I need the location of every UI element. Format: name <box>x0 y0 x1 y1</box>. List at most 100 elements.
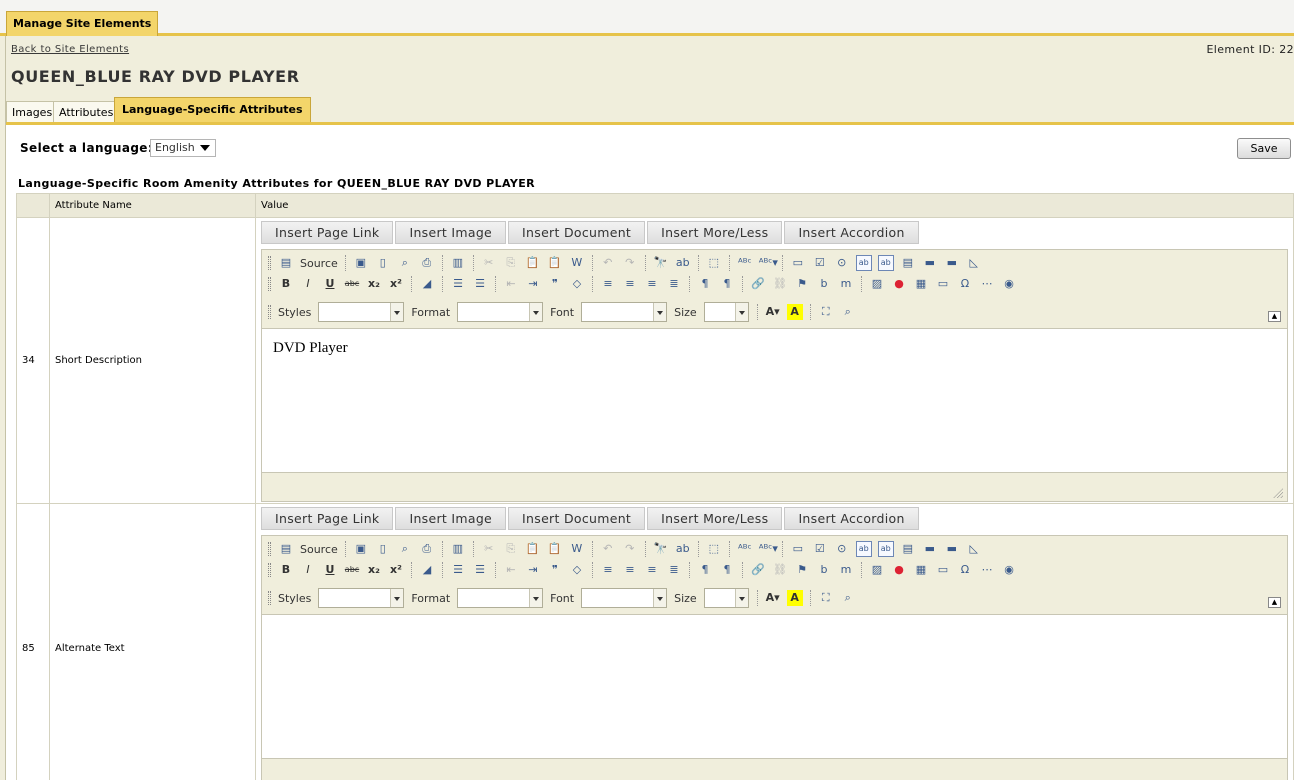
button-icon[interactable]: ▬ <box>922 541 938 557</box>
image-button-icon[interactable]: ▬ <box>944 255 960 271</box>
rtl-icon[interactable]: ¶ <box>719 562 735 578</box>
bold-icon[interactable]: B <box>278 562 294 578</box>
text-color-icon[interactable]: A▾ <box>765 590 781 606</box>
paste-word-icon[interactable]: W <box>569 541 585 557</box>
bulleted-list-icon[interactable]: ☰ <box>472 562 488 578</box>
show-blocks-icon[interactable]: ⌕ <box>840 590 856 606</box>
back-to-site-elements-link[interactable]: Back to Site Elements <box>11 44 129 55</box>
subscript-icon[interactable]: x₂ <box>366 562 382 578</box>
paste-text-icon[interactable]: 📋 <box>547 255 563 271</box>
paste-text-icon[interactable]: 📋 <box>547 541 563 557</box>
subscript-icon[interactable]: x₂ <box>366 276 382 292</box>
flash-icon[interactable]: ● <box>891 276 907 292</box>
copy-icon[interactable]: ⎘ <box>503 255 519 271</box>
superscript-icon[interactable]: x² <box>388 276 404 292</box>
editor-content-area[interactable] <box>262 614 1287 759</box>
cut-icon[interactable]: ✂ <box>481 541 497 557</box>
bold-tag-alt-icon[interactable]: m <box>838 562 854 578</box>
select-all-icon[interactable]: ⬚ <box>706 541 722 557</box>
italic-icon[interactable]: I <box>300 276 316 292</box>
tab-images[interactable]: Images <box>6 101 59 124</box>
align-center-icon[interactable]: ≡ <box>622 562 638 578</box>
anchor-icon[interactable]: ⚑ <box>794 562 810 578</box>
save-icon[interactable]: ▣ <box>353 541 369 557</box>
outdent-icon[interactable]: ⇤ <box>503 276 519 292</box>
select-field-icon[interactable]: ▤ <box>900 255 916 271</box>
paste-icon[interactable]: 📋 <box>525 541 541 557</box>
spellcheck-icon[interactable]: ᴬᴮᶜ <box>737 255 753 271</box>
textarea-icon[interactable]: ab <box>877 255 894 271</box>
source-label[interactable]: Source <box>300 543 338 556</box>
replace-icon[interactable]: ab <box>675 541 691 557</box>
tab-manage-site-elements[interactable]: Manage Site Elements⊗ <box>6 11 158 53</box>
indent-icon[interactable]: ⇥ <box>525 562 541 578</box>
cut-icon[interactable]: ✂ <box>481 255 497 271</box>
page-break-icon[interactable]: ⋯ <box>979 562 995 578</box>
anchor-icon[interactable]: ⚑ <box>794 276 810 292</box>
superscript-icon[interactable]: x² <box>388 562 404 578</box>
save-button[interactable]: Save <box>1237 138 1291 159</box>
styles-combo[interactable] <box>318 302 405 322</box>
paste-word-icon[interactable]: W <box>569 255 585 271</box>
font-combo[interactable] <box>581 588 668 608</box>
insert-more-less-button[interactable]: Insert More/Less <box>647 507 783 530</box>
tab-language-specific-attributes[interactable]: Language-Specific Attributes <box>114 97 311 123</box>
ltr-icon[interactable]: ¶ <box>697 276 713 292</box>
underline-icon[interactable]: U <box>322 562 338 578</box>
insert-accordion-button[interactable]: Insert Accordion <box>784 221 919 244</box>
align-right-icon[interactable]: ≡ <box>644 276 660 292</box>
iframe-icon[interactable]: ◉ <box>1001 562 1017 578</box>
bg-color-icon[interactable]: A <box>786 304 803 320</box>
ltr-icon[interactable]: ¶ <box>697 562 713 578</box>
flash-icon[interactable]: ● <box>891 562 907 578</box>
tab-attributes[interactable]: Attributes <box>53 101 120 124</box>
maximize-icon[interactable]: ⛶ <box>818 304 834 320</box>
collapse-toolbar-icon[interactable]: ▲ <box>1268 597 1281 608</box>
hidden-field-icon[interactable]: ◺ <box>966 255 982 271</box>
styles-combo[interactable] <box>318 588 405 608</box>
unlink-icon[interactable]: ⛓ <box>772 562 788 578</box>
remove-format-icon[interactable]: ◢ <box>419 276 435 292</box>
copy-icon[interactable]: ⎘ <box>503 541 519 557</box>
radio-icon[interactable]: ⊙ <box>834 255 850 271</box>
checkbox-icon[interactable]: ☑ <box>812 541 828 557</box>
select-field-icon[interactable]: ▤ <box>900 541 916 557</box>
iframe-icon[interactable]: ◉ <box>1001 276 1017 292</box>
align-left-icon[interactable]: ≡ <box>600 276 616 292</box>
align-right-icon[interactable]: ≡ <box>644 562 660 578</box>
underline-icon[interactable]: U <box>322 276 338 292</box>
print-icon[interactable]: ⎙ <box>419 541 435 557</box>
paste-icon[interactable]: 📋 <box>525 255 541 271</box>
insert-page-link-button[interactable]: Insert Page Link <box>261 507 394 530</box>
numbered-list-icon[interactable]: ☰ <box>450 562 466 578</box>
text-color-icon[interactable]: A▾ <box>765 304 781 320</box>
size-combo[interactable] <box>703 302 749 322</box>
preview-icon[interactable]: ⌕ <box>397 255 413 271</box>
hidden-field-icon[interactable]: ◺ <box>966 541 982 557</box>
size-combo[interactable] <box>703 588 749 608</box>
form-icon[interactable]: ▭ <box>790 541 806 557</box>
insert-more-less-button[interactable]: Insert More/Less <box>647 221 783 244</box>
format-combo[interactable] <box>457 588 544 608</box>
source-icon[interactable]: ▤ <box>278 255 294 271</box>
table-icon[interactable]: ▦ <box>913 276 929 292</box>
checkbox-icon[interactable]: ☑ <box>812 255 828 271</box>
templates-icon[interactable]: ▥ <box>450 255 466 271</box>
image-icon[interactable]: ▨ <box>869 276 885 292</box>
maximize-icon[interactable]: ⛶ <box>818 590 834 606</box>
bulleted-list-icon[interactable]: ☰ <box>472 276 488 292</box>
strikethrough-icon[interactable]: abc <box>344 562 360 578</box>
indent-icon[interactable]: ⇥ <box>525 276 541 292</box>
source-label[interactable]: Source <box>300 257 338 270</box>
link-icon[interactable]: 🔗 <box>750 562 766 578</box>
horizontal-rule-icon[interactable]: ▭ <box>935 562 951 578</box>
preview-icon[interactable]: ⌕ <box>397 541 413 557</box>
form-icon[interactable]: ▭ <box>790 255 806 271</box>
special-char-icon[interactable]: Ω <box>957 562 973 578</box>
bold-tag-alt-icon[interactable]: m <box>838 276 854 292</box>
textfield-icon[interactable]: ab <box>855 255 872 271</box>
blockquote-icon[interactable]: ❞ <box>547 276 563 292</box>
div-icon[interactable]: ◇ <box>569 562 585 578</box>
button-icon[interactable]: ▬ <box>922 255 938 271</box>
insert-accordion-button[interactable]: Insert Accordion <box>784 507 919 530</box>
